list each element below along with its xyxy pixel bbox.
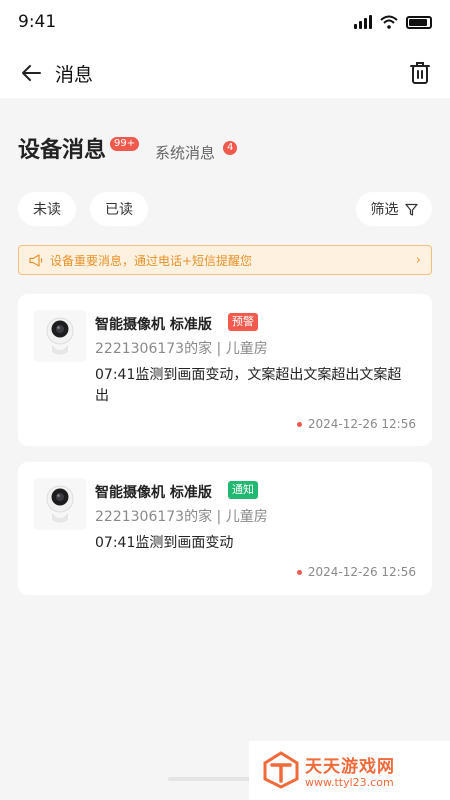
status-time: 9:41 [18,12,57,32]
trash-icon [410,62,430,84]
message-time: 2024-12-26 12:56 [307,565,416,579]
device-name: 智能摄像机 标准版 [95,485,212,501]
device-name: 智能摄像机 标准版 [95,317,212,333]
filter-read-button[interactable]: 已读 [90,192,148,226]
wifi-icon [380,15,398,29]
cellular-signal-icon [354,15,372,29]
notice-text: 设备重要消息，通过电话+短信提醒您 [50,253,253,268]
filter-button[interactable]: 筛选 [356,192,432,226]
arrow-left-icon [22,65,41,81]
funnel-icon [404,203,418,216]
filter-row: 未读 已读 筛选 [18,192,432,228]
unread-dot [296,421,302,427]
tab-device-messages[interactable]: 设备消息 [18,132,106,164]
watermark-url: www.ttyl23.com [305,776,394,789]
message-card[interactable]: 智能摄像机 标准版 通知 2221306173的家 | 儿童房 07:41监测到… [18,462,432,595]
battery-icon [406,15,432,29]
message-card[interactable]: 智能摄像机 标准版 预警 2221306173的家 | 儿童房 07:41监测到… [18,294,432,446]
watermark-logo-icon [263,751,299,789]
camera-icon [46,485,74,523]
system-messages-badge: 4 [223,141,238,155]
delete-button[interactable] [406,59,434,87]
site-watermark: 天天游戏网 www.ttyl23.com [249,741,450,800]
chevron-right-icon: › [415,252,421,268]
filter-unread-button[interactable]: 未读 [18,192,76,226]
filter-unread-label: 未读 [33,202,61,218]
camera-thumbnail [34,310,86,362]
camera-thumbnail [34,478,86,530]
device-location: 2221306173的家 | 儿童房 [95,509,268,525]
tab-system-messages[interactable]: 系统消息 [155,142,215,163]
camera-icon [46,317,74,355]
message-content: 07:41监测到画面变动，文案超出文案超出文案超出 [95,367,402,404]
message-time-row: 2024-12-26 12:56 [296,417,416,431]
message-tabs: 设备消息 99+ 系统消息 4 [18,132,438,172]
notice-banner[interactable]: 设备重要消息，通过电话+短信提醒您 › [18,245,432,275]
nav-bar: 消息 [0,48,450,98]
device-messages-badge: 99+ [110,137,140,151]
filter-label: 筛选 [370,202,399,218]
filter-read-label: 已读 [105,202,133,218]
message-time-row: 2024-12-26 12:56 [296,565,416,579]
megaphone-icon [29,253,43,267]
watermark-title: 天天游戏网 [305,757,395,777]
page-title: 消息 [55,64,94,86]
message-content: 07:41监测到画面变动 [95,535,234,551]
message-time: 2024-12-26 12:56 [307,417,416,431]
alert-tag: 预警 [228,313,258,331]
device-location: 2221306173的家 | 儿童房 [95,341,268,357]
notice-tag: 通知 [228,481,258,499]
unread-dot [296,569,302,575]
status-icons [354,15,432,29]
back-button[interactable] [18,60,44,86]
status-bar: 9:41 [0,0,450,48]
